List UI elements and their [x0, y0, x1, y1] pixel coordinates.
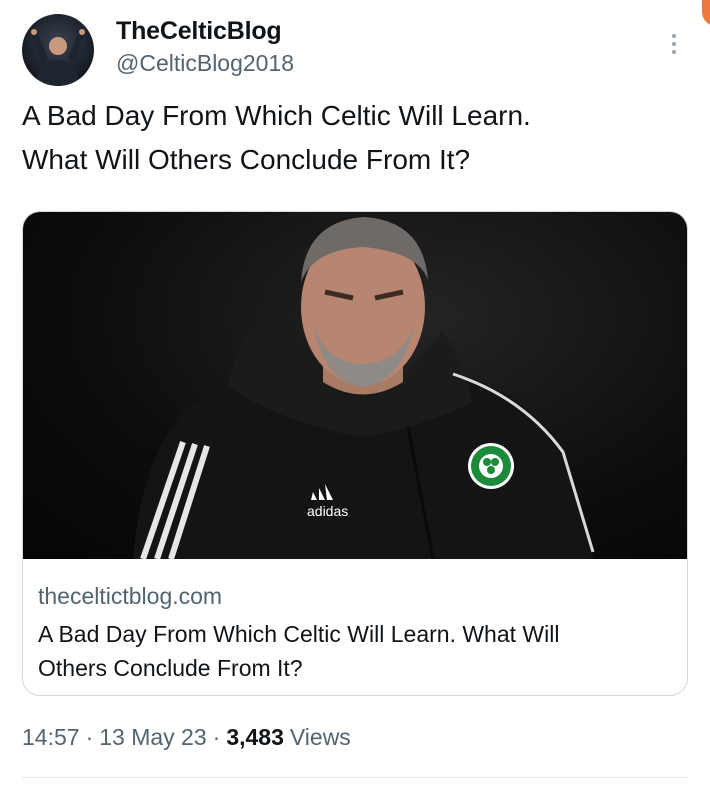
tweet-text: A Bad Day From Which Celtic Will Learn. …: [22, 94, 662, 182]
card-domain: theceltictblog.com: [38, 583, 223, 609]
more-options-button[interactable]: [662, 28, 686, 60]
card-title: A Bad Day From Which Celtic Will Learn. …: [38, 617, 678, 685]
author-handle[interactable]: @CelticBlog2018: [116, 50, 294, 77]
tweet-text-line: What Will Others Conclude From It?: [22, 144, 471, 175]
avatar-photo: [31, 29, 85, 86]
meta-separator: ·: [85, 724, 94, 750]
divider: [22, 777, 688, 778]
more-vertical-icon: [672, 50, 676, 54]
meta-separator: ·: [212, 724, 221, 750]
tweet-text-line: A Bad Day From Which Celtic Will Learn.: [22, 100, 531, 131]
views-label[interactable]: Views: [290, 724, 351, 751]
views-count[interactable]: 3,483: [226, 724, 284, 751]
more-vertical-icon: [672, 34, 676, 38]
tweet-meta: 14:57 · 13 May 23 · 3,483 Views: [22, 724, 351, 751]
card-photo-brand-text: adidas: [307, 503, 348, 519]
avatar[interactable]: [22, 14, 94, 86]
card-title-line: A Bad Day From Which Celtic Will Learn. …: [38, 621, 560, 647]
card-photo: adidas: [133, 217, 595, 559]
card-meta: theceltictblog.com A Bad Day From Which …: [38, 580, 678, 685]
link-preview-card[interactable]: adidas theceltictblog.com A Bad Day From…: [22, 211, 688, 696]
corner-accent: [702, 0, 710, 26]
more-vertical-icon: [672, 42, 676, 46]
tweet-time[interactable]: 14:57: [22, 724, 80, 751]
tweet-date[interactable]: 13 May 23: [99, 724, 206, 751]
author-display-name[interactable]: TheCelticBlog: [116, 17, 282, 46]
card-title-line: Others Conclude From It?: [38, 655, 303, 681]
card-image: adidas: [23, 212, 687, 559]
